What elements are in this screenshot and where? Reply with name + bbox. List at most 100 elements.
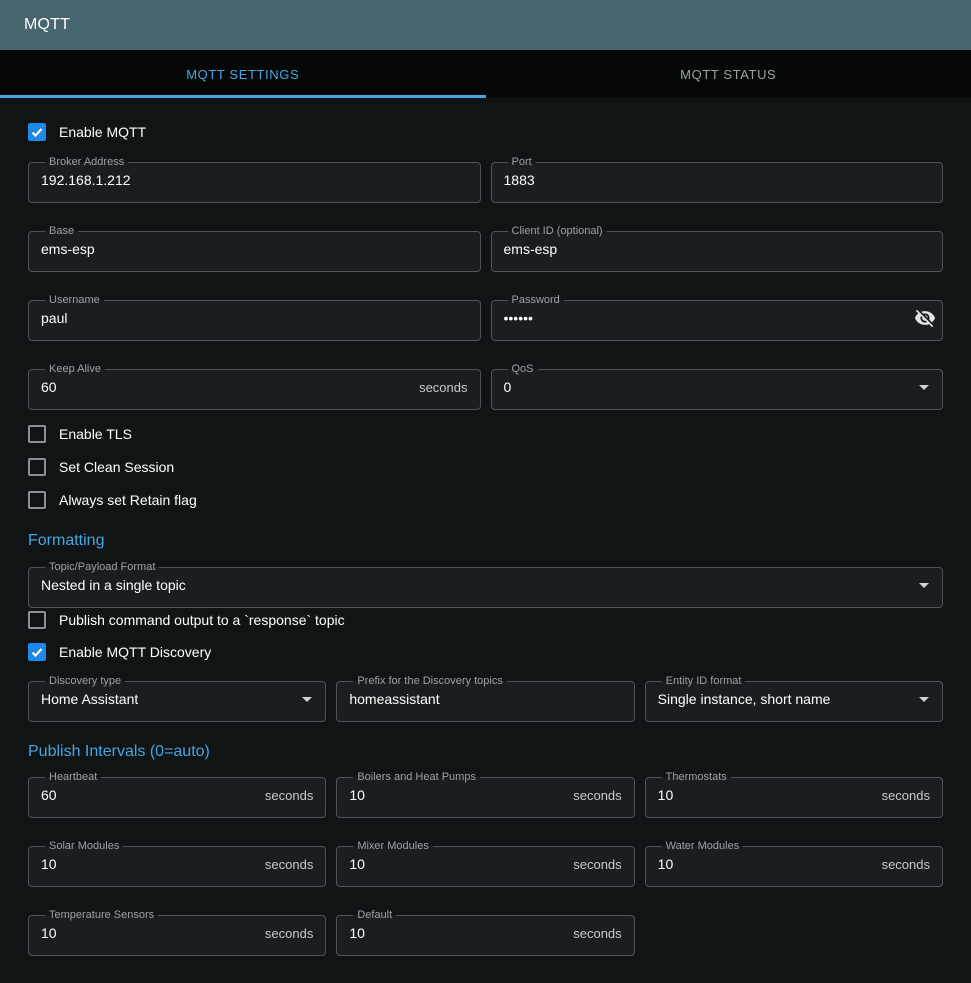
checkbox-label: Publish command output to a `response` t… — [59, 612, 345, 628]
discovery-fields: Discovery type Home Assistant Prefix for… — [28, 675, 943, 722]
field-value: 1883 — [504, 172, 535, 188]
checkbox-label: Enable MQTT Discovery — [59, 644, 211, 660]
field-value: 60 — [41, 379, 57, 395]
checkbox-checked — [28, 123, 46, 141]
field-suffix: seconds — [882, 857, 930, 872]
checkbox-checked — [28, 643, 46, 661]
client-id-field[interactable]: Client ID (optional) ems-esp — [491, 225, 944, 272]
retain-flag-checkbox[interactable]: Always set Retain flag — [28, 488, 943, 512]
field-value: 10 — [349, 925, 365, 941]
field-value: 10 — [41, 925, 57, 941]
field-label: Username — [45, 294, 104, 306]
default-interval-field[interactable]: Default 10 seconds — [336, 909, 634, 956]
username-field[interactable]: Username paul — [28, 294, 481, 341]
field-label: Temperature Sensors — [45, 909, 158, 921]
water-modules-interval-field[interactable]: Water Modules 10 seconds — [645, 840, 943, 887]
broker-address-field[interactable]: Broker Address 192.168.1.212 — [28, 156, 481, 203]
discovery-prefix-field[interactable]: Prefix for the Discovery topics homeassi… — [336, 675, 634, 722]
topic-format-select[interactable]: Topic/Payload Format Nested in a single … — [28, 561, 943, 608]
field-label: Solar Modules — [45, 840, 123, 852]
field-suffix: seconds — [265, 926, 313, 941]
check-icon — [30, 645, 44, 659]
dropdown-arrow-icon — [295, 687, 319, 711]
field-value: paul — [41, 310, 67, 326]
field-value: ems-esp — [504, 241, 558, 257]
tab-bar: MQTT SETTINGS MQTT STATUS — [0, 50, 971, 98]
field-label: Base — [45, 225, 78, 237]
dropdown-arrow-icon — [912, 687, 936, 711]
app-header: MQTT — [0, 0, 971, 50]
connection-options: Enable TLS Set Clean Session Always set … — [28, 422, 943, 512]
field-value: Single instance, short name — [658, 691, 831, 707]
field-label: QoS — [508, 363, 538, 375]
checkbox-label: Enable MQTT — [59, 124, 146, 140]
mixer-modules-interval-field[interactable]: Mixer Modules 10 seconds — [336, 840, 634, 887]
field-value: 60 — [41, 787, 57, 803]
field-value: 10 — [658, 856, 674, 872]
checkbox-unchecked — [28, 491, 46, 509]
field-label: Broker Address — [45, 156, 128, 168]
checkbox-label: Set Clean Session — [59, 459, 174, 475]
heartbeat-interval-field[interactable]: Heartbeat 60 seconds — [28, 771, 326, 818]
field-value: 10 — [349, 856, 365, 872]
field-suffix: seconds — [882, 788, 930, 803]
field-value: ems-esp — [41, 241, 95, 257]
formatting-section-title: Formatting — [28, 532, 943, 550]
keep-alive-field[interactable]: Keep Alive 60 seconds — [28, 363, 481, 410]
toggle-password-visibility-button[interactable] — [914, 307, 936, 329]
qos-select[interactable]: QoS 0 — [491, 363, 944, 410]
field-label: Password — [508, 294, 564, 306]
discovery-type-select[interactable]: Discovery type Home Assistant — [28, 675, 326, 722]
field-label: Water Modules — [662, 840, 744, 852]
checkbox-label: Always set Retain flag — [59, 492, 197, 508]
base-field[interactable]: Base ems-esp — [28, 225, 481, 272]
field-suffix: seconds — [573, 857, 621, 872]
field-value: 10 — [41, 856, 57, 872]
clean-session-checkbox[interactable]: Set Clean Session — [28, 455, 943, 479]
enable-mqtt-checkbox[interactable]: Enable MQTT — [28, 120, 943, 144]
field-value: 192.168.1.212 — [41, 172, 131, 188]
field-value: 10 — [349, 787, 365, 803]
field-label: Mixer Modules — [353, 840, 433, 852]
checkbox-unchecked — [28, 611, 46, 629]
field-suffix: seconds — [573, 926, 621, 941]
temperature-sensors-interval-field[interactable]: Temperature Sensors 10 seconds — [28, 909, 326, 956]
solar-modules-interval-field[interactable]: Solar Modules 10 seconds — [28, 840, 326, 887]
field-label: Default — [353, 909, 396, 921]
field-label: Entity ID format — [662, 675, 746, 687]
field-suffix: seconds — [265, 857, 313, 872]
field-value: 10 — [658, 787, 674, 803]
enable-discovery-checkbox[interactable]: Enable MQTT Discovery — [28, 640, 943, 664]
page-title: MQTT — [24, 16, 70, 34]
port-field[interactable]: Port 1883 — [491, 156, 944, 203]
tab-mqtt-status[interactable]: MQTT STATUS — [486, 50, 971, 98]
field-value: Home Assistant — [41, 691, 138, 707]
checkbox-label: Enable TLS — [59, 426, 132, 442]
field-label: Prefix for the Discovery topics — [353, 675, 507, 687]
mqtt-settings-form: Enable MQTT Broker Address 192.168.1.212… — [0, 98, 971, 974]
field-label: Keep Alive — [45, 363, 105, 375]
password-field[interactable]: Password •••••• — [491, 294, 944, 341]
thermostats-interval-field[interactable]: Thermostats 10 seconds — [645, 771, 943, 818]
checkbox-unchecked — [28, 458, 46, 476]
dropdown-arrow-icon — [912, 573, 936, 597]
field-label: Topic/Payload Format — [45, 561, 159, 573]
enable-tls-checkbox[interactable]: Enable TLS — [28, 422, 943, 446]
tab-label: MQTT SETTINGS — [186, 67, 299, 82]
field-value: homeassistant — [349, 691, 439, 707]
entity-id-format-select[interactable]: Entity ID format Single instance, short … — [645, 675, 943, 722]
publish-response-checkbox[interactable]: Publish command output to a `response` t… — [28, 608, 943, 632]
boilers-interval-field[interactable]: Boilers and Heat Pumps 10 seconds — [336, 771, 634, 818]
tab-label: MQTT STATUS — [680, 67, 776, 82]
publish-intervals-section-title: Publish Intervals (0=auto) — [28, 743, 943, 761]
field-suffix: seconds — [265, 788, 313, 803]
checkbox-unchecked — [28, 425, 46, 443]
field-label: Thermostats — [662, 771, 731, 783]
field-suffix: seconds — [573, 788, 621, 803]
field-value: Nested in a single topic — [41, 577, 186, 593]
check-icon — [30, 125, 44, 139]
tab-mqtt-settings[interactable]: MQTT SETTINGS — [0, 50, 486, 98]
field-value: 0 — [504, 379, 512, 395]
field-value: •••••• — [504, 310, 533, 326]
field-label: Boilers and Heat Pumps — [353, 771, 480, 783]
